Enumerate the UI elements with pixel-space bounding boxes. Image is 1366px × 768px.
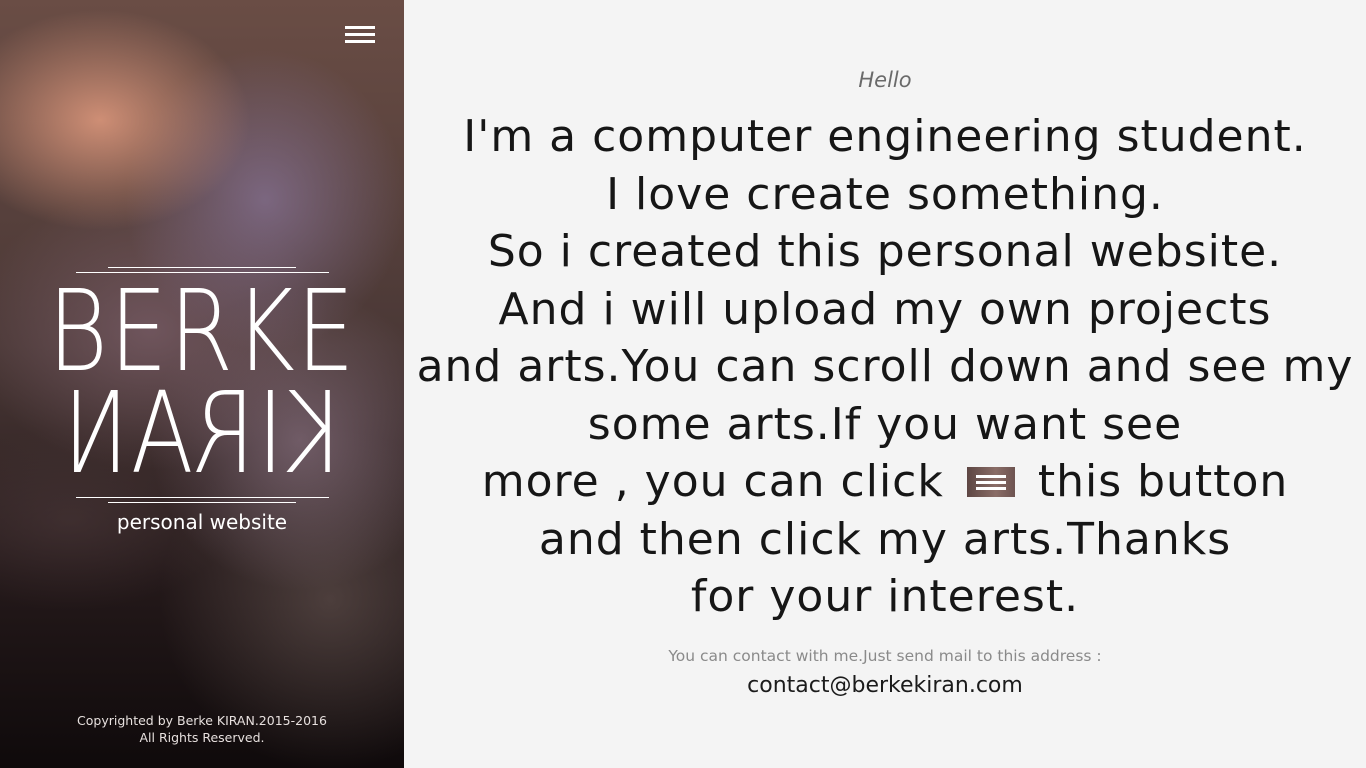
logo-rule-bottom-outer	[76, 497, 329, 498]
bio-line-with-button: more , you can click this button	[404, 453, 1366, 511]
bio-line: and then click my arts.Thanks	[538, 513, 1232, 565]
menu-bar	[975, 487, 1006, 490]
logo-subtitle: personal website	[116, 510, 288, 534]
greeting: Hello	[858, 68, 912, 92]
bio-line: And i will upload my own projects	[498, 283, 1272, 335]
inline-menu-button[interactable]	[966, 467, 1015, 497]
bio-text-after-button: this button	[1037, 456, 1289, 507]
bio-text: I'm a computer engineering student. I lo…	[404, 108, 1366, 626]
menu-bar	[975, 481, 1006, 484]
bio-text-before-button: more , you can click	[481, 456, 944, 507]
contact-instruction: You can contact with me.Just send mail t…	[668, 647, 1102, 665]
main-content: Hello I'm a computer engineering student…	[404, 0, 1366, 768]
logo-name-bottom-mirrored: KIRAN	[58, 369, 346, 499]
bio-line: So i created this personal website.	[487, 226, 1283, 277]
logo: BERKE KIRAN personal website	[0, 0, 404, 768]
copyright: Copyrighted by Berke KIRAN.2015-2016 All…	[0, 712, 404, 746]
bio-line: I'm a computer engineering student.	[463, 111, 1307, 162]
bio-line: I love create something.	[606, 168, 1164, 220]
copyright-line: Copyrighted by Berke KIRAN.2015-2016	[77, 713, 327, 728]
bio-line: for your interest.	[690, 571, 1080, 622]
logo-rule-bottom-inner	[108, 502, 296, 503]
bio-line: and arts.You can scroll down and see my	[416, 341, 1354, 392]
sidebar: BERKE KIRAN personal website Copyrighted…	[0, 0, 404, 768]
rights-line: All Rights Reserved.	[139, 730, 265, 745]
menu-bar	[975, 475, 1006, 478]
bio-line: some arts.If you want see	[587, 398, 1183, 450]
contact-email-link[interactable]: contact@berkekiran.com	[404, 673, 1366, 698]
